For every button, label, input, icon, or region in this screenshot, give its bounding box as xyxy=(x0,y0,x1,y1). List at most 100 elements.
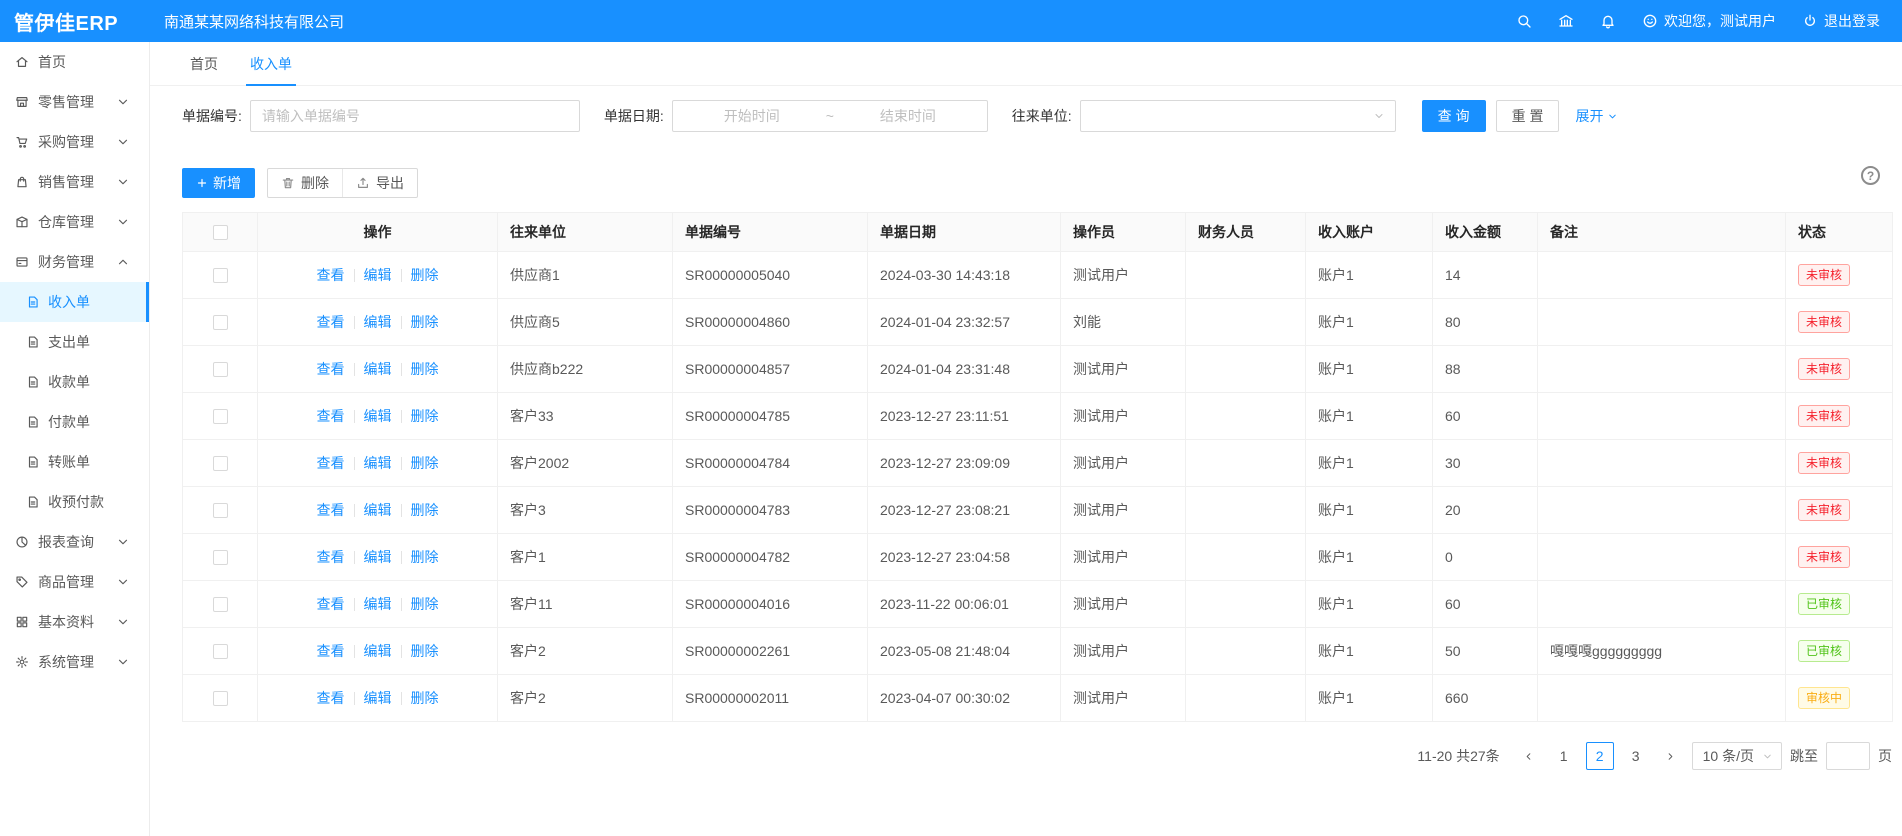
row-checkbox[interactable] xyxy=(213,597,228,612)
page-size-select[interactable]: 10 条/页 xyxy=(1692,742,1782,770)
row-action-edit[interactable]: 编辑 xyxy=(355,594,401,614)
sidebar-item-purchase[interactable]: 采购管理 xyxy=(0,122,149,162)
sidebar-subitem-receipt[interactable]: 收款单 xyxy=(0,362,149,402)
row-checkbox[interactable] xyxy=(213,644,228,659)
sidebar-item-warehouse[interactable]: 仓库管理 xyxy=(0,202,149,242)
row-action-view[interactable]: 查看 xyxy=(308,500,354,520)
table-row: 查看编辑删除客户33SR000000047852023-12-27 23:11:… xyxy=(183,393,1893,440)
basic-icon xyxy=(15,615,29,629)
help-icon[interactable]: ? xyxy=(1861,166,1880,185)
row-checkbox[interactable] xyxy=(213,503,228,518)
row-action-view[interactable]: 查看 xyxy=(308,453,354,473)
row-action-view[interactable]: 查看 xyxy=(308,406,354,426)
row-action-edit[interactable]: 编辑 xyxy=(355,641,401,661)
row-action-edit[interactable]: 编辑 xyxy=(355,688,401,708)
bell-icon[interactable] xyxy=(1600,13,1616,29)
cell-remark xyxy=(1538,299,1786,346)
sidebar-subitem-advance[interactable]: 收预付款 xyxy=(0,482,149,522)
row-action-view[interactable]: 查看 xyxy=(308,265,354,285)
row-action-delete[interactable]: 删除 xyxy=(402,453,448,473)
row-action-delete[interactable]: 删除 xyxy=(402,641,448,661)
doc-icon xyxy=(26,295,40,309)
status-badge: 未审核 xyxy=(1798,499,1850,521)
user-welcome[interactable]: 欢迎您，测试用户 xyxy=(1642,11,1776,31)
row-checkbox[interactable] xyxy=(213,691,228,706)
reset-button[interactable]: 重 置 xyxy=(1496,100,1560,132)
delete-button[interactable]: 删除 xyxy=(268,169,342,197)
row-action-delete[interactable]: 删除 xyxy=(402,594,448,614)
add-button[interactable]: 新增 xyxy=(182,168,255,198)
row-action-delete[interactable]: 删除 xyxy=(402,265,448,285)
row-action-edit[interactable]: 编辑 xyxy=(355,312,401,332)
prev-page-button[interactable] xyxy=(1516,742,1542,770)
sidebar-item-label: 报表查询 xyxy=(38,532,94,552)
tab-home[interactable]: 首页 xyxy=(174,42,234,85)
select-all-checkbox[interactable] xyxy=(213,225,228,240)
company-name: 南通某某网络科技有限公司 xyxy=(164,11,344,32)
row-action-view[interactable]: 查看 xyxy=(308,688,354,708)
row-action-edit[interactable]: 编辑 xyxy=(355,500,401,520)
row-action-edit[interactable]: 编辑 xyxy=(355,265,401,285)
cell-doc-date: 2023-11-22 00:06:01 xyxy=(868,581,1061,628)
sidebar-subitem-payment[interactable]: 付款单 xyxy=(0,402,149,442)
sidebar-item-system[interactable]: 系统管理 xyxy=(0,642,149,682)
row-action-edit[interactable]: 编辑 xyxy=(355,406,401,426)
smile-icon xyxy=(1642,13,1658,29)
row-action-edit[interactable]: 编辑 xyxy=(355,359,401,379)
row-checkbox[interactable] xyxy=(213,268,228,283)
row-checkbox[interactable] xyxy=(213,550,228,565)
row-action-delete[interactable]: 删除 xyxy=(402,312,448,332)
row-action-delete[interactable]: 删除 xyxy=(402,547,448,567)
row-action-delete[interactable]: 删除 xyxy=(402,406,448,426)
bank-icon[interactable] xyxy=(1558,13,1574,29)
cell-partner: 客户1 xyxy=(498,534,673,581)
next-page-button[interactable] xyxy=(1658,742,1684,770)
sidebar-item-sales[interactable]: 销售管理 xyxy=(0,162,149,202)
export-button-label: 导出 xyxy=(376,173,404,193)
export-button[interactable]: 导出 xyxy=(342,169,417,197)
row-action-edit[interactable]: 编辑 xyxy=(355,453,401,473)
cell-operator: 测试用户 xyxy=(1061,628,1186,675)
cell-remark xyxy=(1538,581,1786,628)
date-range-picker[interactable]: 开始时间 ~ 结束时间 xyxy=(672,100,988,132)
cell-account: 账户1 xyxy=(1306,675,1433,722)
sidebar-item-basic[interactable]: 基本资料 xyxy=(0,602,149,642)
search-button[interactable]: 查 询 xyxy=(1422,100,1486,132)
row-action-view[interactable]: 查看 xyxy=(308,359,354,379)
sidebar-subitem-expense[interactable]: 支出单 xyxy=(0,322,149,362)
cell-operator: 测试用户 xyxy=(1061,675,1186,722)
page-button-3[interactable]: 3 xyxy=(1622,742,1650,770)
sidebar-item-report[interactable]: 报表查询 xyxy=(0,522,149,562)
sidebar-item-goods[interactable]: 商品管理 xyxy=(0,562,149,602)
row-action-view[interactable]: 查看 xyxy=(308,547,354,567)
row-checkbox[interactable] xyxy=(213,456,228,471)
sidebar-item-finance[interactable]: 财务管理 xyxy=(0,242,149,282)
search-icon[interactable] xyxy=(1516,13,1532,29)
row-action-delete[interactable]: 删除 xyxy=(402,688,448,708)
tab-income[interactable]: 收入单 xyxy=(234,42,308,85)
sidebar-subitem-income[interactable]: 收入单 xyxy=(0,282,149,322)
partner-select[interactable] xyxy=(1080,100,1396,132)
row-action-view[interactable]: 查看 xyxy=(308,312,354,332)
logout-button[interactable]: 退出登录 xyxy=(1802,11,1880,31)
sidebar-subitem-transfer[interactable]: 转账单 xyxy=(0,442,149,482)
doc-no-input[interactable] xyxy=(250,100,580,132)
row-checkbox[interactable] xyxy=(213,315,228,330)
row-checkbox[interactable] xyxy=(213,362,228,377)
sidebar-item-retail[interactable]: 零售管理 xyxy=(0,82,149,122)
row-action-view[interactable]: 查看 xyxy=(308,641,354,661)
sidebar-item-home[interactable]: 首页 xyxy=(0,42,149,82)
row-action-edit[interactable]: 编辑 xyxy=(355,547,401,567)
page-button-1[interactable]: 1 xyxy=(1550,742,1578,770)
row-checkbox[interactable] xyxy=(213,409,228,424)
add-button-label: 新增 xyxy=(213,173,241,193)
sidebar-subitem-label: 收款单 xyxy=(48,372,90,392)
jump-input[interactable] xyxy=(1826,742,1870,770)
row-action-delete[interactable]: 删除 xyxy=(402,500,448,520)
sidebar-item-label: 财务管理 xyxy=(38,252,94,272)
page-button-2[interactable]: 2 xyxy=(1586,742,1614,770)
row-action-view[interactable]: 查看 xyxy=(308,594,354,614)
sidebar: 首页零售管理采购管理销售管理仓库管理财务管理收入单支出单收款单付款单转账单收预付… xyxy=(0,42,150,836)
expand-link[interactable]: 展开 xyxy=(1575,106,1618,126)
row-action-delete[interactable]: 删除 xyxy=(402,359,448,379)
